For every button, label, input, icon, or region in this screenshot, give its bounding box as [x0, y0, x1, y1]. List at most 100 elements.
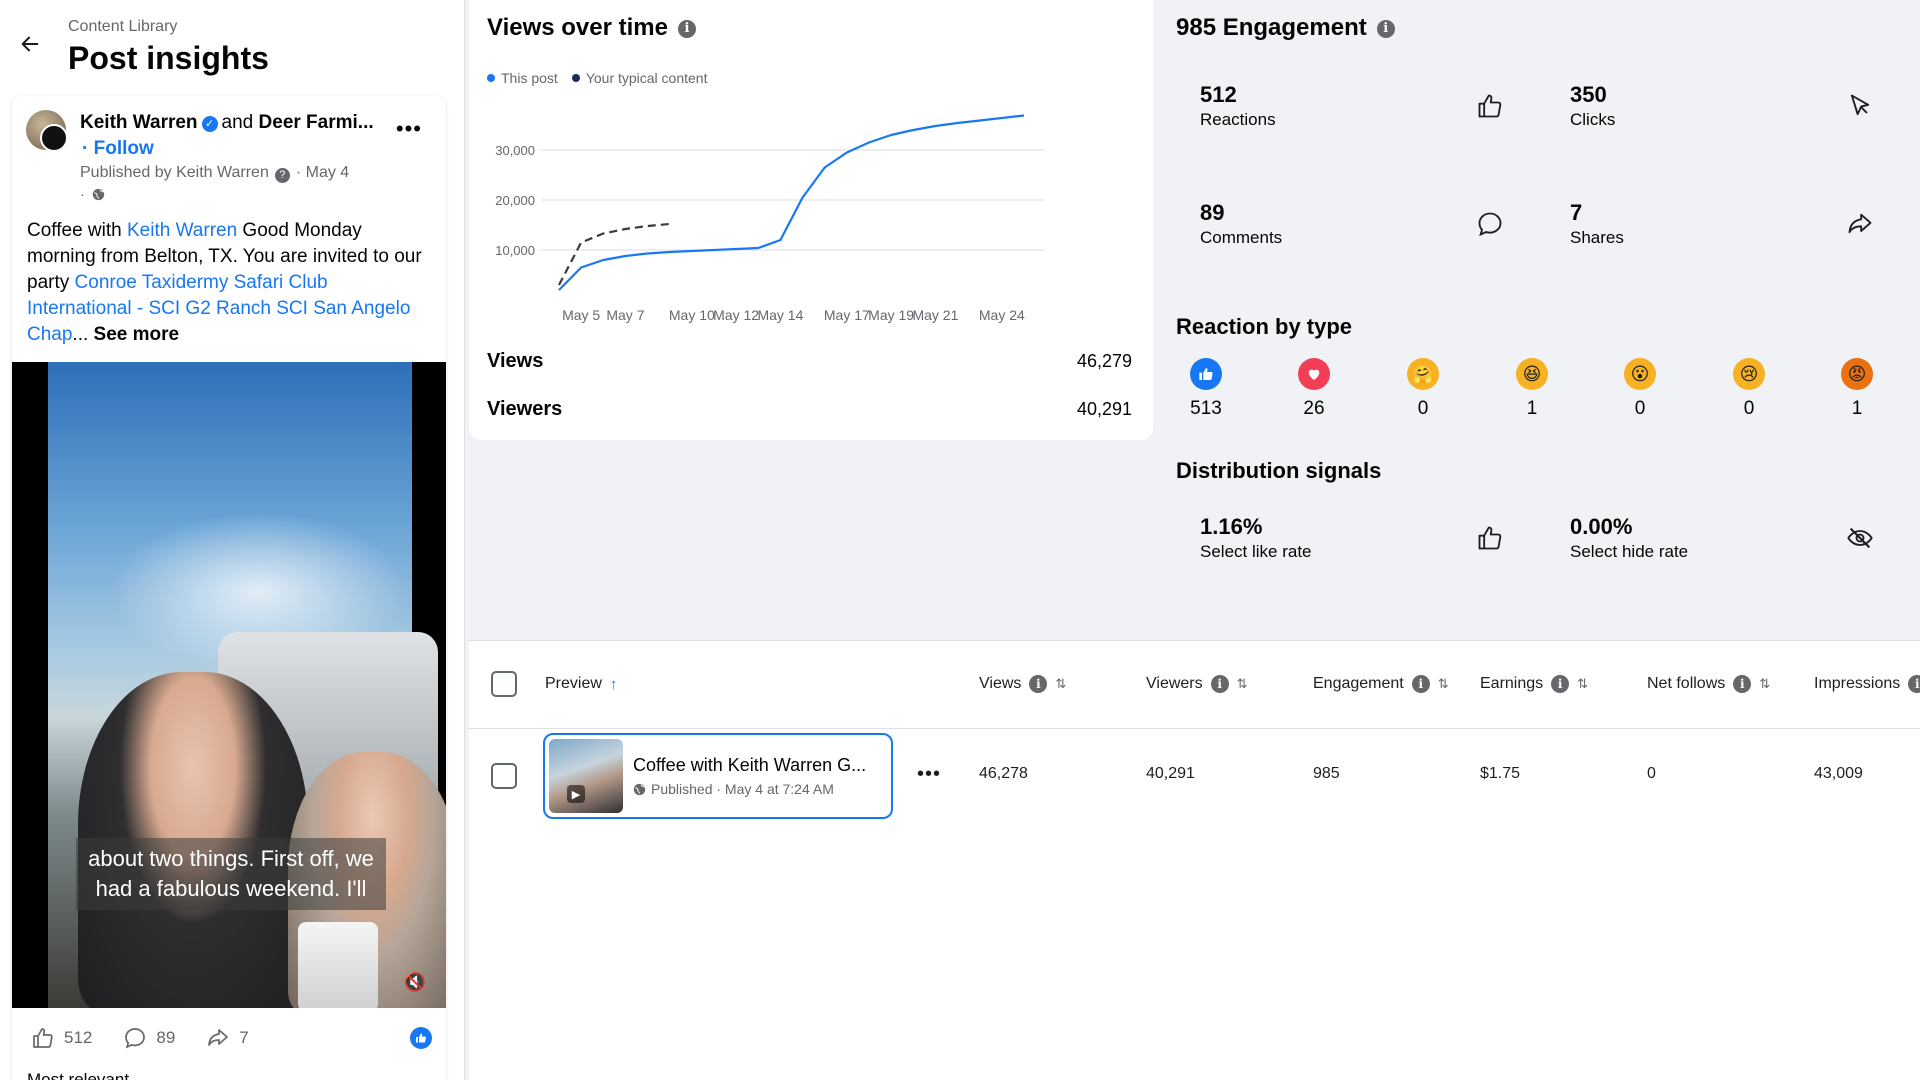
- mention-link[interactable]: Keith Warren: [127, 220, 237, 241]
- post-video[interactable]: about two things. First off, we had a fa…: [12, 362, 446, 1008]
- post-actions: 512 89 7: [12, 1008, 446, 1068]
- post-date[interactable]: · May 4: [296, 164, 349, 181]
- row-more-options-icon[interactable]: •••: [917, 763, 941, 786]
- and-text: and: [221, 112, 254, 133]
- comment-sort[interactable]: Most relevant: [27, 1070, 129, 1080]
- row-checkbox[interactable]: [491, 763, 517, 789]
- column-engagement[interactable]: Engagement i ⇅: [1313, 675, 1449, 693]
- info-icon[interactable]: i: [1551, 675, 1570, 693]
- see-more-link[interactable]: See more: [88, 324, 180, 345]
- column-net-follows[interactable]: Net follows i ⇅: [1647, 675, 1770, 693]
- share-action[interactable]: 7: [205, 1026, 249, 1050]
- distribution-signals-title: Distribution signals: [1176, 458, 1382, 483]
- wow-count: 0: [1634, 398, 1646, 419]
- ellipsis: ...: [72, 324, 89, 345]
- post-thumbnail: ▶: [549, 739, 623, 813]
- engagement-section: 985 Engagement i 512 Reactions 350 Clicks…: [1176, 0, 1920, 620]
- eye-off-icon: [1847, 527, 1873, 549]
- sort-ascending-icon: ↑: [609, 675, 618, 693]
- post-card: Keith Warren ✓ and Deer Farmi... ••• · Fol…: [12, 96, 446, 1080]
- info-icon[interactable]: i: [1411, 675, 1430, 693]
- reaction-by-type-title: Reaction by type: [1176, 314, 1353, 339]
- like-rate-tile: 1.16% Select like rate: [1176, 500, 1526, 576]
- reaction-haha: 😆 1: [1502, 358, 1562, 420]
- author-name[interactable]: Keith Warren: [80, 112, 198, 133]
- sort-icon: ⇅: [1577, 676, 1589, 691]
- column-label: Preview: [545, 675, 602, 692]
- info-icon[interactable]: i: [1376, 20, 1395, 38]
- post-title: Coffee with Keith Warren G...: [633, 755, 867, 775]
- shares-tile: 7 Shares: [1546, 174, 1896, 274]
- clicks-value: 350: [1570, 82, 1607, 107]
- info-icon[interactable]: i: [1733, 675, 1752, 693]
- x-tick-label: May 21: [912, 307, 958, 323]
- views-card-title: Views over time i: [487, 14, 696, 42]
- comments-value: 89: [1200, 200, 1225, 225]
- typical-content-line: [558, 222, 670, 286]
- reaction-summary-icon[interactable]: [410, 1027, 432, 1049]
- post-preview-cell[interactable]: ▶ Coffee with Keith Warren G... Publishe…: [543, 733, 893, 819]
- verified-badge-icon: ✓: [201, 116, 218, 132]
- like-count: 513: [1190, 398, 1222, 419]
- views-line-chart: 30,000 20,000 10,000 May 5 May 7 May 10May 12…: [495, 114, 1044, 323]
- globe-icon: [633, 783, 646, 795]
- post-text: Coffee with Keith Warren Good Monday mor…: [27, 218, 427, 348]
- comment-count: 89: [156, 1028, 176, 1047]
- engagement-title-text: 985 Engagement: [1176, 14, 1367, 41]
- select-all-checkbox[interactable]: [491, 671, 517, 697]
- like-rate-label: Select like rate: [1200, 542, 1312, 561]
- share-icon: [208, 1029, 229, 1046]
- table-header: Preview ↑ Views i ⇅ Viewers i ⇅ Engagement i ⇅ …: [469, 641, 1920, 729]
- x-tick-label: May 5: [562, 307, 600, 323]
- x-tick-label: May 12: [713, 307, 759, 323]
- cell-net-follows: 0: [1647, 765, 1656, 782]
- column-views[interactable]: Views i ⇅: [979, 675, 1066, 693]
- column-earnings[interactable]: Earnings i ⇅: [1480, 675, 1588, 693]
- help-icon[interactable]: ?: [274, 168, 290, 183]
- comment-icon: [1478, 212, 1502, 237]
- reaction-wow: 😮 0: [1610, 358, 1670, 420]
- mute-icon[interactable]: 🔇: [404, 972, 426, 993]
- column-label: Views: [979, 675, 1022, 692]
- like-badge-icon: [416, 1033, 426, 1043]
- column-viewers[interactable]: Viewers i ⇅: [1146, 675, 1248, 693]
- views-metric: Views 46,279: [487, 350, 1132, 373]
- reaction-love: 26: [1284, 358, 1344, 420]
- sort-icon: ⇅: [1759, 676, 1771, 691]
- back-button[interactable]: [16, 30, 44, 58]
- info-icon[interactable]: i: [1908, 675, 1920, 693]
- column-label: Earnings: [1480, 675, 1544, 692]
- reaction-sad: 😢 0: [1719, 358, 1779, 420]
- comments-label: Comments: [1200, 228, 1283, 247]
- more-options-icon[interactable]: •••: [396, 116, 422, 142]
- legend-swatch: [487, 74, 495, 82]
- column-label: Engagement: [1313, 675, 1404, 692]
- video-frame: [48, 362, 446, 1008]
- share-icon: [1848, 213, 1872, 234]
- info-icon[interactable]: i: [1210, 675, 1229, 693]
- shares-label: Shares: [1570, 228, 1624, 247]
- column-preview[interactable]: Preview ↑: [545, 675, 617, 693]
- legend-swatch: [571, 74, 580, 82]
- thumbs-up-icon: [1478, 526, 1502, 550]
- comment-action[interactable]: 89: [122, 1026, 175, 1050]
- info-icon[interactable]: i: [677, 20, 696, 38]
- globe-icon: [92, 188, 104, 201]
- care-reaction-icon: 🤗: [1407, 358, 1439, 390]
- breadcrumb[interactable]: Content Library: [68, 18, 177, 36]
- x-tick-label: May 14: [757, 307, 803, 323]
- angry-count: 1: [1851, 398, 1863, 419]
- info-icon[interactable]: i: [1029, 675, 1048, 693]
- reaction-care: 🤗 0: [1393, 358, 1453, 420]
- x-tick-label: May 24: [979, 307, 1025, 323]
- like-action[interactable]: 512: [30, 1026, 92, 1050]
- legend-item: This post: [487, 70, 558, 86]
- column-impressions[interactable]: Impressions i: [1814, 675, 1920, 693]
- page-avatar[interactable]: [40, 124, 68, 152]
- follow-link[interactable]: · Follow: [82, 138, 154, 160]
- coauthor-name[interactable]: Deer Farmi...: [259, 112, 374, 133]
- sort-icon: ⇅: [1236, 676, 1248, 691]
- love-reaction-icon: [1298, 358, 1330, 390]
- reactions-value: 512: [1200, 82, 1237, 107]
- sort-icon: ⇅: [1055, 676, 1067, 691]
